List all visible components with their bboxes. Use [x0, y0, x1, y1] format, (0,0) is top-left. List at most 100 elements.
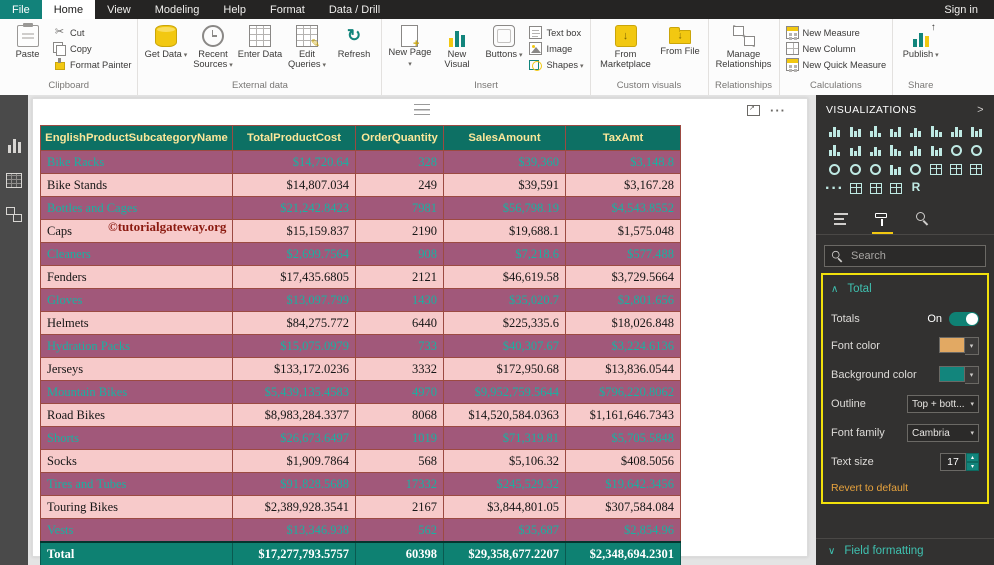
table-cell[interactable]: $35,020.7 [443, 288, 566, 312]
table-cell[interactable]: $71,319.81 [443, 426, 566, 450]
model-view-button[interactable] [4, 205, 24, 223]
table-cell[interactable]: $26,673.6497 [232, 426, 356, 450]
table-cell[interactable]: Gloves [40, 288, 233, 312]
column-header[interactable]: OrderQuantity [355, 125, 444, 151]
table-cell[interactable]: 562 [355, 518, 444, 543]
funnel-icon[interactable] [887, 161, 904, 175]
table-cell[interactable]: Cleaners [40, 242, 233, 266]
total-card-header[interactable]: Total [830, 277, 980, 301]
table-cell[interactable]: $4,543.8552 [565, 196, 681, 220]
report-view-button[interactable] [4, 137, 24, 155]
visual-drag-handle-icon[interactable] [414, 104, 430, 115]
table-cell[interactable]: $17,435.6805 [232, 265, 356, 289]
100-stacked-bar-chart-icon[interactable] [907, 123, 924, 137]
100-stacked-column-chart-icon[interactable] [928, 123, 945, 137]
map-icon[interactable] [847, 161, 864, 175]
table-cell[interactable]: $13,097.799 [232, 288, 356, 312]
table-cell[interactable]: $14,807.034 [232, 173, 356, 197]
tab-help[interactable]: Help [211, 0, 258, 19]
table-cell[interactable]: $3,167.28 [565, 173, 681, 197]
table-cell[interactable]: $3,224.6136 [565, 334, 681, 358]
totals-toggle[interactable] [949, 312, 979, 326]
tab-modeling[interactable]: Modeling [143, 0, 212, 19]
matrix-icon[interactable] [887, 180, 904, 194]
table-cell[interactable]: $3,844,801.05 [443, 495, 566, 519]
tab-format[interactable]: Format [258, 0, 317, 19]
table-cell[interactable]: $2,389,928.3541 [232, 495, 356, 519]
column-header[interactable]: TotalProductCost [232, 125, 356, 151]
table-cell[interactable]: $13,346.938 [232, 518, 356, 543]
gauge-icon[interactable] [907, 161, 924, 175]
table-cell[interactable]: $40,307.67 [443, 334, 566, 358]
table-cell[interactable]: $3,729.5664 [565, 265, 681, 289]
more-options-icon[interactable]: ··· [770, 103, 786, 118]
donut-chart-icon[interactable] [968, 142, 985, 156]
line-clustered-column-chart-icon[interactable] [847, 142, 864, 156]
table-cell[interactable]: $15,075.0979 [232, 334, 356, 358]
text-box-button[interactable]: Text box [529, 26, 583, 39]
tab-data-drill[interactable]: Data / Drill [317, 0, 392, 19]
table-cell[interactable]: $245,529.32 [443, 472, 566, 496]
table-cell[interactable]: $5,705.5848 [565, 426, 681, 450]
table-cell[interactable]: $225,335.6 [443, 311, 566, 335]
slicer-icon[interactable] [847, 180, 864, 194]
table-cell[interactable]: $1,161,646.7343 [565, 403, 681, 427]
publish-button[interactable]: Publish [897, 22, 944, 61]
table-cell[interactable]: 2167 [355, 495, 444, 519]
table-cell[interactable]: Touring Bikes [40, 495, 233, 519]
table-cell[interactable]: $14,720.64 [232, 150, 356, 174]
table-cell[interactable]: 2121 [355, 265, 444, 289]
shapes-button[interactable]: Shapes [529, 58, 583, 71]
table-cell[interactable]: 8068 [355, 403, 444, 427]
tab-fields[interactable] [834, 212, 849, 234]
paste-button[interactable]: Paste [4, 24, 51, 60]
tab-home[interactable]: Home [41, 0, 96, 19]
table-cell[interactable]: Fenders [40, 265, 233, 289]
card-icon[interactable] [928, 161, 945, 175]
table-cell[interactable]: $3,148.8 [565, 150, 681, 174]
table-cell[interactable]: 733 [355, 334, 444, 358]
enter-data-button[interactable]: Enter Data [236, 24, 283, 60]
table-cell[interactable]: 1019 [355, 426, 444, 450]
from-marketplace-button[interactable]: From Marketplace [595, 24, 657, 71]
font-color-picker[interactable] [939, 337, 979, 355]
table-cell[interactable]: $2,699.7564 [232, 242, 356, 266]
table-cell[interactable]: 1430 [355, 288, 444, 312]
table-cell[interactable]: Tires and Tubes [40, 472, 233, 496]
table-cell[interactable]: Bottles and Cages [40, 196, 233, 220]
table-cell[interactable]: 328 [355, 150, 444, 174]
multi-row-card-icon[interactable] [948, 161, 965, 175]
table-cell[interactable]: $39,591 [443, 173, 566, 197]
revert-to-default-link[interactable]: Revert to default [831, 482, 979, 494]
table-visual[interactable]: EnglishProductSubcategoryName TotalProduc… [40, 125, 681, 565]
table-cell[interactable]: $307,584.084 [565, 495, 681, 519]
scatter-chart-icon[interactable] [928, 142, 945, 156]
table-cell[interactable]: $8,983,284.3377 [232, 403, 356, 427]
sign-in-button[interactable]: Sign in [928, 0, 994, 19]
new-measure-button[interactable]: New Measure [785, 26, 887, 39]
table-cell[interactable]: $7,218.6 [443, 242, 566, 266]
new-page-button[interactable]: New Page [386, 24, 433, 70]
table-cell[interactable]: $21,242.8423 [232, 196, 356, 220]
table-cell[interactable]: $84,275.772 [232, 311, 356, 335]
outline-dropdown[interactable]: Top + bott... [907, 395, 979, 413]
table-cell[interactable]: 7981 [355, 196, 444, 220]
copy-button[interactable]: Copy [53, 42, 131, 56]
from-file-button[interactable]: From File [657, 24, 704, 57]
table-cell[interactable]: 6440 [355, 311, 444, 335]
line-chart-icon[interactable] [948, 123, 965, 137]
table-cell[interactable]: $19,642.3456 [565, 472, 681, 496]
table-cell[interactable]: $577.488 [565, 242, 681, 266]
manage-relationships-button[interactable]: Manage Relationships [713, 24, 775, 71]
table-cell[interactable]: $1,575.048 [565, 219, 681, 243]
ribbon-chart-icon[interactable] [887, 142, 904, 156]
table-cell[interactable]: Socks [40, 449, 233, 473]
tab-file[interactable]: File [0, 0, 42, 19]
spinner-down-icon[interactable] [966, 462, 979, 471]
table-cell[interactable]: 4970 [355, 380, 444, 404]
area-chart-icon[interactable] [968, 123, 985, 137]
table-cell[interactable]: $56,798.19 [443, 196, 566, 220]
table-cell[interactable]: Road Bikes [40, 403, 233, 427]
table-cell[interactable]: $46,619.58 [443, 265, 566, 289]
line-stacked-column-chart-icon[interactable] [867, 142, 884, 156]
